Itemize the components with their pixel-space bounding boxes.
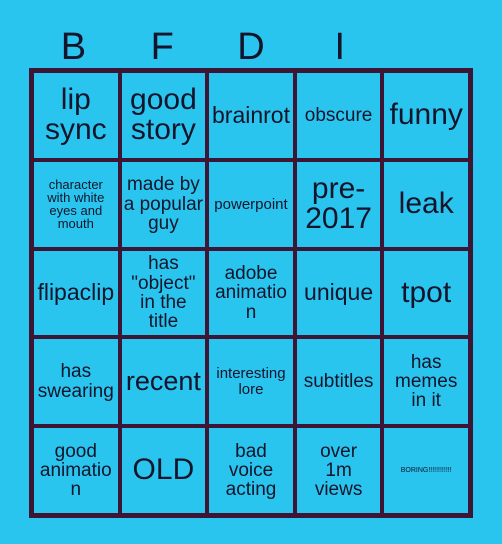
bingo-header-letter-5 xyxy=(384,12,473,68)
bingo-header-row: B F D I xyxy=(29,12,473,68)
bingo-cell-r3c4[interactable]: unique xyxy=(296,250,381,336)
bingo-cell-r4c3[interactable]: interesting lore xyxy=(209,339,293,425)
bingo-header-letter-3: D xyxy=(237,26,265,68)
bingo-cell-r5c2[interactable]: OLD xyxy=(121,428,206,513)
bingo-grid: lip sync good story brainrot obscure funny ch… xyxy=(29,68,473,518)
bingo-cell-r1c5[interactable]: funny xyxy=(384,73,468,158)
bingo-cell-r4c4[interactable]: subtitles xyxy=(296,339,381,425)
bingo-cell-r5c3[interactable]: bad voice acting xyxy=(209,428,293,513)
bingo-cell-r3c5[interactable]: tpot xyxy=(384,250,468,336)
bingo-header-letter-1: B xyxy=(60,26,87,68)
bingo-cell-r2c3[interactable]: powerpoint xyxy=(209,161,293,247)
bingo-cell-r3c3[interactable]: adobe animation xyxy=(209,250,293,336)
bingo-cell-r5c4[interactable]: over 1m views xyxy=(296,428,381,513)
bingo-cell-r5c1[interactable]: good animation xyxy=(34,428,118,513)
bingo-cell-r2c1[interactable]: character with white eyes and mouth xyxy=(34,161,118,247)
bingo-cell-r3c1[interactable]: flipaclip xyxy=(34,250,118,336)
bingo-cell-r1c3[interactable]: brainrot xyxy=(209,73,293,158)
bingo-cell-r1c2[interactable]: good story xyxy=(121,73,206,158)
bingo-header-letter-2: F xyxy=(150,26,174,68)
bingo-cell-r4c2[interactable]: recent xyxy=(121,339,206,425)
bingo-cell-r2c5[interactable]: leak xyxy=(384,161,468,247)
bingo-cell-r4c1[interactable]: has swearing xyxy=(34,339,118,425)
bingo-header-letter-4: I xyxy=(334,26,346,68)
bingo-cell-r1c1[interactable]: lip sync xyxy=(34,73,118,158)
bingo-cell-r1c4[interactable]: obscure xyxy=(296,73,381,158)
bingo-cell-r3c2[interactable]: has "object" in the title xyxy=(121,250,206,336)
bingo-cell-r2c2[interactable]: made by a popular guy xyxy=(121,161,206,247)
bingo-card: B F D I lip sync good story brainrot obscur… xyxy=(0,0,502,544)
bingo-cell-r5c5[interactable]: BORING!!!!!!!!!!!! xyxy=(384,428,468,513)
bingo-cell-r4c5[interactable]: has memes in it xyxy=(384,339,468,425)
bingo-cell-r2c4[interactable]: pre- 2017 xyxy=(296,161,381,247)
